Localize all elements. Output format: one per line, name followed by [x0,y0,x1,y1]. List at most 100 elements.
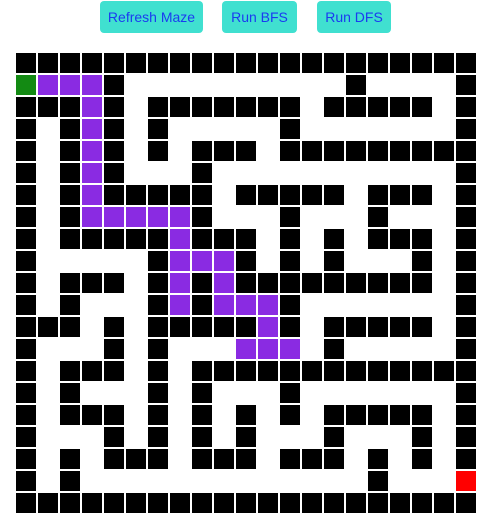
maze-open-cell [301,316,323,338]
maze-wall-cell [301,272,323,294]
maze-wall-cell [147,448,169,470]
maze-grid [15,52,477,514]
maze-path-cell [81,96,103,118]
maze-path-cell [213,272,235,294]
maze-path-cell [81,140,103,162]
maze-open-cell [389,250,411,272]
maze-wall-cell [191,140,213,162]
maze-wall-cell [191,316,213,338]
maze-path-cell [235,338,257,360]
maze-wall-cell [213,140,235,162]
maze-open-cell [279,74,301,96]
maze-wall-cell [323,492,345,514]
maze-wall-cell [235,492,257,514]
maze-wall-cell [147,492,169,514]
maze-open-cell [257,206,279,228]
maze-wall-cell [103,162,125,184]
maze-open-cell [169,140,191,162]
maze-open-cell [345,382,367,404]
maze-wall-cell [389,272,411,294]
maze-open-cell [81,250,103,272]
maze-wall-cell [389,96,411,118]
maze-open-cell [191,338,213,360]
maze-wall-cell [15,228,37,250]
maze-wall-cell [15,360,37,382]
maze-wall-cell [279,228,301,250]
maze-open-cell [279,426,301,448]
maze-wall-cell [455,272,477,294]
maze-open-cell [389,448,411,470]
maze-open-cell [411,162,433,184]
maze-wall-cell [367,272,389,294]
maze-wall-cell [279,294,301,316]
maze-open-cell [37,272,59,294]
maze-open-cell [213,470,235,492]
maze-wall-cell [235,448,257,470]
maze-wall-cell [213,492,235,514]
maze-wall-cell [147,140,169,162]
maze-open-cell [279,162,301,184]
maze-open-cell [257,448,279,470]
maze-wall-cell [367,206,389,228]
maze-wall-cell [125,448,147,470]
maze-open-cell [81,426,103,448]
maze-path-cell [169,272,191,294]
maze-open-cell [257,74,279,96]
maze-wall-cell [81,272,103,294]
maze-wall-cell [411,140,433,162]
maze-wall-cell [279,404,301,426]
maze-wall-cell [455,74,477,96]
maze-wall-cell [301,184,323,206]
refresh-maze-button[interactable]: Refresh Maze [100,1,203,33]
maze-wall-cell [191,96,213,118]
maze-wall-cell [81,404,103,426]
maze-wall-cell [59,492,81,514]
maze-open-cell [213,162,235,184]
maze-wall-cell [323,52,345,74]
maze-open-cell [191,74,213,96]
maze-wall-cell [257,96,279,118]
maze-open-cell [367,382,389,404]
maze-wall-cell [367,184,389,206]
maze-wall-cell [15,206,37,228]
run-bfs-button[interactable]: Run BFS [222,1,297,33]
maze-wall-cell [15,448,37,470]
maze-open-cell [169,448,191,470]
maze-path-cell [81,74,103,96]
maze-wall-cell [15,162,37,184]
maze-open-cell [235,74,257,96]
maze-open-cell [257,250,279,272]
maze-wall-cell [59,404,81,426]
maze-wall-cell [389,52,411,74]
maze-open-cell [433,206,455,228]
maze-wall-cell [455,250,477,272]
maze-wall-cell [411,360,433,382]
maze-open-cell [301,74,323,96]
maze-open-cell [389,118,411,140]
maze-open-cell [433,316,455,338]
maze-open-cell [213,382,235,404]
maze-open-cell [345,228,367,250]
maze-wall-cell [37,96,59,118]
maze-open-cell [411,294,433,316]
maze-wall-cell [103,492,125,514]
maze-open-cell [367,250,389,272]
maze-open-cell [323,294,345,316]
maze-open-cell [169,118,191,140]
maze-wall-cell [103,448,125,470]
run-dfs-button[interactable]: Run DFS [317,1,391,33]
maze-open-cell [125,140,147,162]
maze-open-cell [411,74,433,96]
maze-wall-cell [411,250,433,272]
maze-path-cell [81,162,103,184]
maze-open-cell [367,118,389,140]
maze-open-cell [235,118,257,140]
maze-wall-cell [59,96,81,118]
maze-wall-cell [15,316,37,338]
maze-wall-cell [213,52,235,74]
maze-open-cell [213,404,235,426]
maze-wall-cell [323,448,345,470]
maze-wall-cell [103,118,125,140]
maze-open-cell [169,360,191,382]
maze-wall-cell [257,52,279,74]
